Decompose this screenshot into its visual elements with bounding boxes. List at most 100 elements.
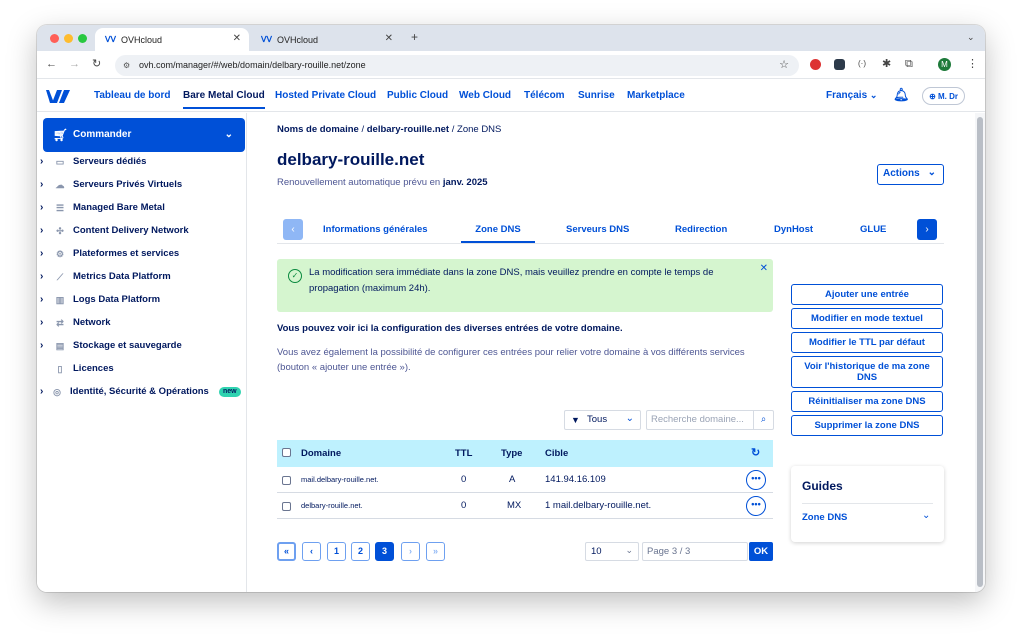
browser-tab-1[interactable]: ᐯᐯ OVHcloud ✕ — [95, 28, 249, 51]
tab-glue[interactable]: GLUE — [860, 224, 886, 235]
extension-gear-icon[interactable]: ✱ — [882, 58, 891, 70]
cell-target: 141.94.16.109 — [545, 474, 606, 485]
row-checkbox[interactable] — [282, 476, 291, 485]
address-bar[interactable]: ⚙ ovh.com/manager/#/web/domain/delbary-r… — [115, 55, 799, 76]
tabs-prev-button[interactable]: ‹ — [283, 219, 303, 240]
type-filter-select[interactable]: ▼ Tous ⌄ — [564, 410, 641, 430]
sidebar-item-label: Identité, Sécurité & Opérations — [70, 386, 209, 397]
tab-informations-generales[interactable]: Informations générales — [323, 224, 428, 235]
select-all-checkbox[interactable] — [282, 448, 291, 457]
chevron-right-icon: › — [40, 386, 44, 397]
nav-web-cloud[interactable]: Web Cloud — [459, 90, 511, 101]
page-3-button[interactable]: 3 — [375, 542, 394, 561]
nav-public-cloud[interactable]: Public Cloud — [387, 90, 448, 101]
column-domain[interactable]: Domaine — [301, 440, 341, 467]
user-label: M. Dr — [938, 92, 958, 101]
tab-redirection[interactable]: Redirection — [675, 224, 727, 235]
chevron-right-icon: › — [40, 248, 44, 259]
notifications-bell-icon[interactable]: 🔔︎ — [893, 87, 910, 103]
back-icon[interactable]: ← — [46, 58, 57, 70]
extension-icon[interactable]: (·) — [858, 58, 866, 70]
row-actions-button[interactable]: ••• — [746, 496, 766, 516]
chevron-down-icon[interactable]: ⌄ — [922, 510, 930, 521]
breadcrumb-domain-link[interactable]: delbary-rouille.net — [367, 124, 449, 135]
nav-tableau-de-bord[interactable]: Tableau de bord — [94, 90, 171, 101]
sidebar-item-label: Content Delivery Network — [73, 225, 189, 236]
breadcrumb: Noms de domaine / delbary-rouille.net / … — [277, 124, 501, 135]
chevron-right-icon: › — [40, 225, 44, 236]
refresh-icon[interactable]: ↻ — [751, 440, 760, 467]
chevron-down-icon: ⌄ — [927, 167, 936, 178]
page-scrollbar[interactable] — [975, 113, 985, 592]
close-alert-icon[interactable]: ✕ — [760, 261, 768, 277]
search-icon[interactable]: ⌕ — [753, 411, 773, 429]
new-tab-icon[interactable]: + — [411, 31, 418, 43]
go-to-page-button[interactable]: OK — [749, 542, 773, 561]
nav-marketplace[interactable]: Marketplace — [627, 90, 685, 101]
user-menu-button[interactable]: ⊕ M. Dr — [922, 87, 965, 105]
rack-icon: ☰ — [55, 203, 65, 213]
forward-icon[interactable]: → — [69, 58, 80, 70]
per-page-value: 10 — [591, 546, 602, 557]
next-page-button[interactable]: › — [401, 542, 420, 561]
sidebar-item-label: Managed Bare Metal — [73, 202, 165, 213]
page-1-button[interactable]: 1 — [327, 542, 346, 561]
table-row: delbary-rouille.net. 0 MX 1 mail.delbary… — [277, 493, 773, 519]
column-ttl[interactable]: TTL — [455, 440, 472, 467]
nav-sunrise[interactable]: Sunrise — [578, 90, 615, 101]
page-number-input[interactable]: Page 3 / 3 — [642, 542, 748, 561]
browser-toolbar: ← → ↻ ⚙ ovh.com/manager/#/web/domain/del… — [37, 51, 985, 79]
tab-search-icon[interactable]: ⌄ — [967, 31, 975, 43]
guide-zone-dns-link[interactable]: Zone DNS — [802, 512, 847, 523]
row-actions-button[interactable]: ••• — [746, 470, 766, 490]
per-page-select[interactable]: 10 ⌄ — [585, 542, 639, 561]
first-page-button[interactable]: « — [277, 542, 296, 561]
profile-avatar[interactable]: M — [938, 58, 951, 71]
last-page-button[interactable]: » — [426, 542, 445, 561]
nav-bare-metal-cloud[interactable]: Bare Metal Cloud — [183, 90, 265, 109]
renewal-text: Renouvellement automatique prévu en — [277, 177, 441, 188]
bookmark-star-icon[interactable]: ☆ — [779, 55, 789, 76]
maximize-window-button[interactable] — [78, 34, 87, 43]
tab-zone-dns[interactable]: Zone DNS — [461, 224, 535, 243]
minimize-window-button[interactable] — [64, 34, 73, 43]
domain-search-input[interactable]: Recherche domaine... ⌕ — [646, 410, 774, 430]
breadcrumb-domains-link[interactable]: Noms de domaine — [277, 124, 359, 135]
row-checkbox[interactable] — [282, 502, 291, 511]
delete-zone-button[interactable]: Supprimer la zone DNS — [791, 415, 943, 436]
adblock-extension-icon[interactable] — [810, 59, 821, 70]
add-entry-button[interactable]: Ajouter une entrée — [791, 284, 943, 305]
actions-button[interactable]: Actions ⌄ — [877, 164, 944, 185]
actions-label: Actions — [883, 168, 920, 179]
browser-menu-icon[interactable]: ⋮ — [967, 58, 978, 70]
nav-hosted-private-cloud[interactable]: Hosted Private Cloud — [275, 90, 376, 101]
zone-history-button[interactable]: Voir l'historique de ma zone DNS — [791, 356, 943, 388]
tab-dynhost[interactable]: DynHost — [774, 224, 813, 235]
chevron-right-icon: › — [40, 271, 44, 282]
column-type[interactable]: Type — [501, 440, 522, 467]
tab-serveurs-dns[interactable]: Serveurs DNS — [566, 224, 629, 235]
extensions-puzzle-icon[interactable]: ⧉ — [905, 58, 913, 70]
browser-tab-2[interactable]: ᐯᐯ OVHcloud ✕ — [251, 28, 405, 51]
shield-icon: ◎ — [53, 387, 61, 397]
page-2-button[interactable]: 2 — [351, 542, 370, 561]
language-selector[interactable]: Français ⌄ — [826, 90, 877, 101]
commander-button[interactable]: 🛒︎ Commander ⌄ — [43, 118, 245, 152]
tabs-next-button[interactable]: › — [917, 219, 937, 240]
reload-icon[interactable]: ↻ — [92, 58, 101, 70]
nav-telecom[interactable]: Télécom — [524, 90, 565, 101]
extension-icon[interactable] — [834, 59, 845, 70]
scrollbar-thumb[interactable] — [977, 117, 983, 587]
site-info-icon[interactable]: ⚙ — [123, 55, 130, 76]
chevron-right-icon: › — [40, 202, 44, 213]
reset-zone-button[interactable]: Réinitialiser ma zone DNS — [791, 391, 943, 412]
edit-text-mode-button[interactable]: Modifier en mode textuel — [791, 308, 943, 329]
close-tab-icon[interactable]: ✕ — [233, 33, 241, 44]
edit-default-ttl-button[interactable]: Modifier le TTL par défaut — [791, 332, 943, 353]
close-tab-icon[interactable]: ✕ — [385, 33, 393, 44]
column-target[interactable]: Cible — [545, 440, 568, 467]
prev-page-button[interactable]: ‹ — [302, 542, 321, 561]
close-window-button[interactable] — [50, 34, 59, 43]
ovhcloud-logo[interactable] — [45, 88, 71, 105]
breadcrumb-separator: / — [451, 124, 455, 135]
